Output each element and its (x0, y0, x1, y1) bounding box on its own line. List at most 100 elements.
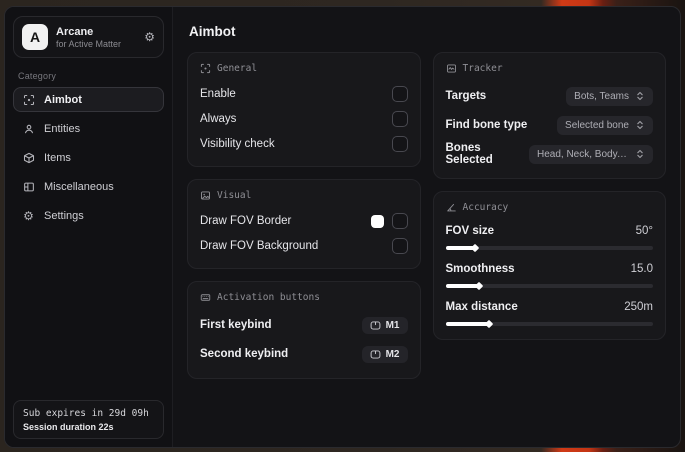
main-panel: Aimbot General Enable Always Visibility … (173, 7, 680, 447)
image-icon (201, 191, 210, 200)
sidebar-item-label: Items (44, 151, 71, 164)
tracker-card: Tracker Targets Bots, Teams Find bone ty… (432, 52, 666, 179)
app-subtitle: for Active Matter (56, 38, 122, 49)
crosshair-icon (200, 63, 211, 74)
dropdown-label: Find bone type (445, 119, 528, 131)
cheat-menu-window: A Arcane for Active Matter ⚙ Category Ai… (4, 6, 681, 448)
tracker-icon (446, 64, 456, 73)
slider-group-smoothness: Smoothness 15.0 (445, 260, 653, 291)
targets-dropdown[interactable]: Bots, Teams (566, 86, 653, 106)
app-logo: A (22, 24, 48, 50)
fov-size-slider[interactable] (445, 243, 653, 253)
toggle-label: Draw FOV Background (200, 240, 319, 252)
always-checkbox[interactable] (391, 111, 408, 127)
sidebar-item-settings[interactable]: ⚙ Settings (13, 203, 164, 228)
dropdown-value: Bots, Teams (574, 90, 629, 102)
slider-thumb[interactable] (474, 281, 483, 291)
chevron-up-down-icon (637, 91, 643, 101)
cube-icon (22, 151, 35, 164)
smoothness-slider[interactable] (445, 281, 653, 291)
accuracy-card: Accuracy FOV size 50° Smoothness 15.0 Ma… (432, 191, 666, 340)
accuracy-card-header: Accuracy (446, 202, 654, 213)
slider-value: 15.0 (630, 263, 653, 275)
slider-thumb[interactable] (470, 243, 479, 253)
slider-fill (445, 243, 479, 253)
session-duration-text: Session duration 22s (23, 422, 114, 432)
sidebar-item-entities[interactable]: Entities (13, 116, 164, 141)
keybind-row-first: First keybind M1 (200, 312, 408, 338)
slider-group-max-distance: Max distance 250m (445, 298, 653, 329)
chevron-up-down-icon (637, 120, 643, 130)
slider-label: FOV size (445, 225, 495, 237)
toggle-label: Draw FOV Border (200, 215, 292, 227)
dropdown-label: Targets (445, 90, 487, 102)
sub-expires-text: Sub expires in 29d 09h (23, 408, 149, 419)
tracker-row-bones-selected: Bones Selected Head, Neck, Body, Pe.. (446, 141, 653, 167)
tracker-card-header: Tracker (446, 63, 654, 74)
slider-fill (445, 281, 483, 291)
dropdown-value: Head, Neck, Body, Pe.. (537, 148, 629, 160)
brand-text: Arcane for Active Matter (56, 26, 121, 49)
bones-selected-dropdown[interactable]: Head, Neck, Body, Pe.. (529, 144, 653, 164)
tracker-row-targets: Targets Bots, Teams (445, 83, 653, 109)
toggle-row-draw-fov-border: Draw FOV Border (200, 210, 408, 232)
general-card: General Enable Always Visibility check (187, 52, 421, 167)
slider-thumb[interactable] (484, 319, 494, 329)
visibility-check-checkbox[interactable] (391, 136, 408, 152)
subscription-card: Sub expires in 29d 09h Session duration … (13, 400, 164, 439)
entities-icon (22, 122, 35, 135)
toggle-row-always: Always (200, 108, 408, 130)
find-bone-type-dropdown[interactable]: Selected bone (557, 115, 653, 135)
brand-card: A Arcane for Active Matter ⚙ (13, 16, 164, 58)
toggle-row-draw-fov-background: Draw FOV Background (200, 235, 408, 257)
toggle-row-visibility-check: Visibility check (200, 133, 408, 155)
visual-card: Visual Draw FOV Border Draw FOV Backgrou… (187, 179, 421, 269)
fov-border-color-swatch[interactable] (370, 214, 384, 228)
sidebar-item-items[interactable]: Items (13, 145, 164, 170)
enable-checkbox[interactable] (391, 86, 408, 102)
slider-value: 50° (635, 225, 653, 237)
gear-icon: ⚙ (23, 208, 34, 223)
draw-fov-border-checkbox[interactable] (391, 213, 408, 229)
slider-value: 250m (624, 301, 653, 313)
sidebar-item-label: Entities (44, 122, 81, 135)
gear-icon[interactable]: ⚙ (144, 31, 155, 43)
toggle-label: Enable (200, 88, 236, 100)
keybind-value: M1 (385, 319, 400, 331)
toggle-label: Always (200, 113, 237, 125)
sidebar-item-label: Aimbot (44, 93, 82, 106)
toggle-label: Visibility check (200, 138, 275, 150)
category-label: Category (18, 71, 57, 81)
mouse-icon (370, 349, 380, 359)
dropdown-value: Selected bone (565, 119, 629, 131)
keyboard-icon (200, 294, 211, 301)
slider-group-fov-size: FOV size 50° (445, 222, 653, 253)
slider-label: Smoothness (445, 263, 515, 275)
activation-card: Activation buttons First keybind M1 Seco… (187, 281, 421, 379)
page-title: Aimbot (189, 24, 236, 39)
slider-label: Max distance (445, 301, 518, 313)
crosshair-icon (22, 93, 35, 106)
sidebar-item-label: Miscellaneous (44, 180, 114, 193)
slider-fill (445, 319, 494, 329)
keybind-row-second: Second keybind M2 (200, 341, 408, 367)
mouse-icon (370, 320, 380, 330)
activation-card-header: Activation buttons (200, 292, 408, 303)
max-distance-slider[interactable] (445, 319, 653, 329)
sidebar-item-aimbot[interactable]: Aimbot (13, 87, 164, 112)
keybind-value: M2 (385, 348, 400, 360)
app-name: Arcane (56, 25, 94, 38)
toggle-row-enable: Enable (200, 83, 408, 105)
sidebar: A Arcane for Active Matter ⚙ Category Ai… (5, 7, 173, 447)
visual-card-header: Visual (200, 190, 408, 201)
sidebar-item-miscellaneous[interactable]: Miscellaneous (13, 174, 164, 199)
angle-icon (446, 203, 456, 212)
tracker-row-find-bone-type: Find bone type Selected bone (445, 112, 653, 138)
panels-icon (22, 180, 35, 193)
chevron-up-down-icon (637, 149, 643, 159)
keybind-label: Second keybind (200, 348, 289, 360)
sidebar-item-label: Settings (44, 209, 84, 222)
second-keybind-button[interactable]: M2 (361, 345, 408, 363)
first-keybind-button[interactable]: M1 (361, 316, 408, 334)
draw-fov-background-checkbox[interactable] (391, 238, 408, 254)
